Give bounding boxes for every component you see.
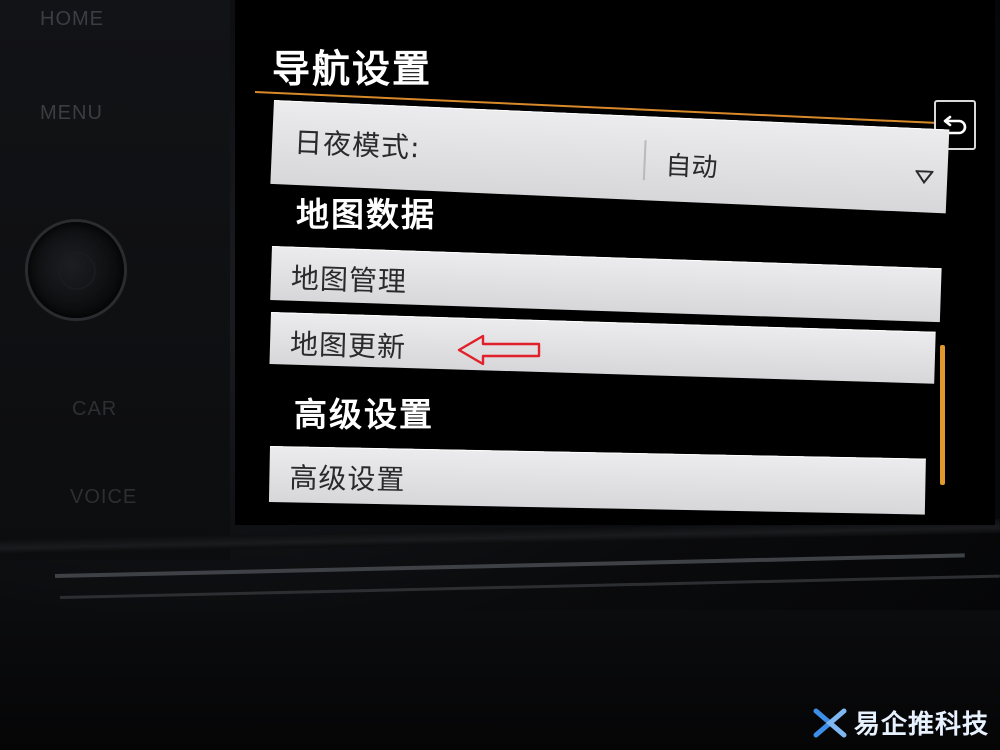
advanced-settings-label: 高级设置 bbox=[289, 461, 406, 497]
dropdown-divider bbox=[642, 140, 647, 181]
day-night-mode-label: 日夜模式: bbox=[293, 125, 422, 165]
hardware-button-panel: HOME MENU CAR VOICE bbox=[0, 0, 230, 560]
annotation-arrow-icon bbox=[457, 334, 541, 366]
menu-hardware-button[interactable]: MENU bbox=[40, 102, 103, 125]
map-management-label: 地图管理 bbox=[290, 261, 408, 299]
voice-hardware-button[interactable]: VOICE bbox=[70, 486, 137, 509]
page-title: 导航设置 bbox=[272, 47, 433, 91]
watermark-text: 易企推科技 bbox=[854, 710, 990, 740]
section-heading-advanced: 高级设置 bbox=[294, 395, 434, 434]
scrollbar[interactable] bbox=[940, 345, 945, 485]
home-hardware-button[interactable]: HOME bbox=[40, 8, 104, 31]
day-night-mode-value[interactable]: 自动 bbox=[665, 145, 719, 184]
watermark: 易企推科技 bbox=[812, 704, 989, 741]
volume-knob[interactable] bbox=[28, 222, 124, 318]
car-hardware-button[interactable]: CAR bbox=[72, 398, 117, 421]
dropdown-arrow-icon[interactable] bbox=[914, 170, 934, 185]
section-heading-map-data: 地图数据 bbox=[296, 195, 436, 234]
map-update-label: 地图更新 bbox=[289, 327, 407, 365]
watermark-logo-icon bbox=[813, 708, 847, 737]
